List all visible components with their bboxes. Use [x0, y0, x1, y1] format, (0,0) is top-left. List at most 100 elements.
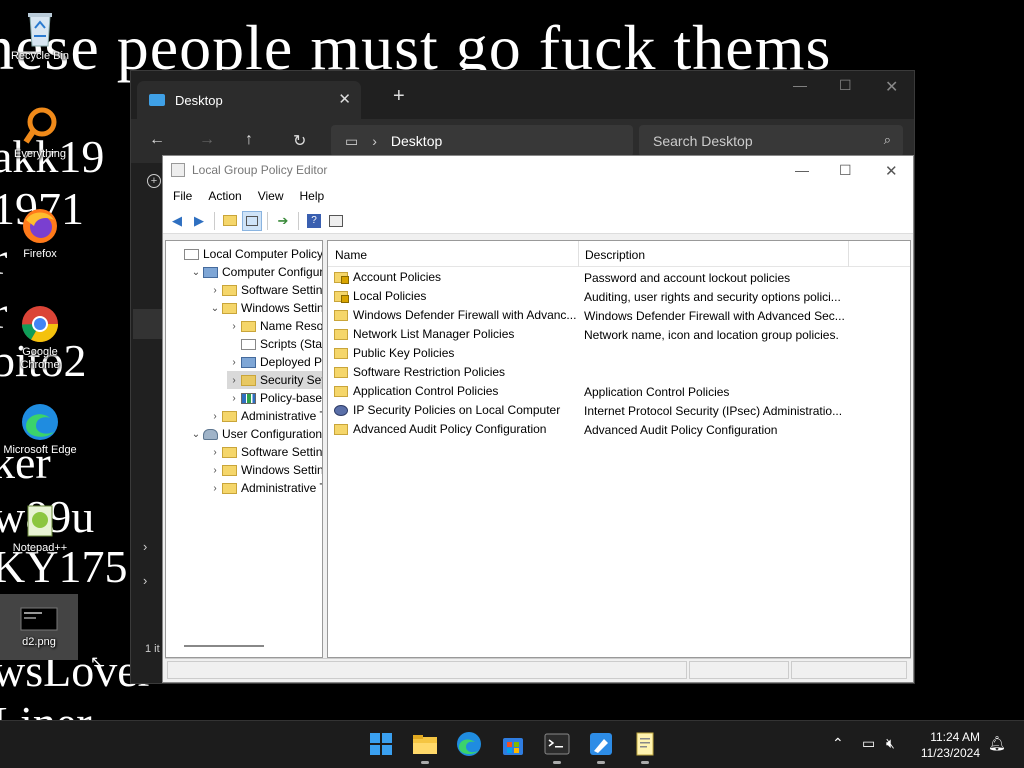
chevron-down-icon[interactable]: ⌄ — [208, 303, 222, 314]
tree-item[interactable]: › Name Resolu — [227, 317, 322, 335]
properties-icon[interactable] — [326, 211, 346, 231]
list-item[interactable]: Advanced Audit Policy Configuration Advan… — [328, 420, 908, 439]
folder-icon — [222, 446, 237, 458]
chevron-right-icon[interactable]: › — [208, 411, 222, 422]
edge-icon[interactable] — [456, 731, 482, 757]
terminal-icon[interactable] — [544, 731, 570, 764]
chevron-right-icon[interactable]: › — [227, 375, 241, 386]
help-icon[interactable]: ? — [304, 211, 324, 231]
menu-help[interactable]: Help — [300, 189, 325, 203]
back-arrow-icon[interactable]: ← — [149, 131, 165, 149]
tree-item[interactable]: › Software Settings — [208, 281, 322, 299]
policy-tree[interactable]: Local Computer Policy ⌄ Computer Configura… — [165, 240, 323, 658]
desktop-icon-d2-png[interactable]: d2.png — [0, 594, 78, 660]
gpe-titlebar: Local Group Policy Editor — ☐ ✕ — [163, 156, 913, 184]
chevron-right-icon[interactable]: › — [208, 465, 222, 476]
tree-item-label: Windows Setting — [241, 463, 323, 477]
up-arrow-icon[interactable]: ↑ — [245, 131, 253, 149]
tree-item[interactable]: › Administrative Te — [208, 479, 322, 497]
back-arrow-icon[interactable]: ◀ — [167, 211, 187, 231]
tree-item[interactable]: › Software Settings — [208, 443, 322, 461]
chevron-right-icon[interactable]: › — [227, 393, 241, 404]
forward-arrow-icon[interactable]: → — [199, 131, 215, 149]
refresh-icon[interactable]: ↻ — [293, 131, 306, 151]
clock[interactable]: 11:24 AM 11/23/2024 — [921, 729, 980, 761]
tree-item[interactable]: › Deployed Prir — [227, 353, 322, 371]
chevron-right-icon: › — [372, 133, 377, 149]
desktop-icon-edge[interactable]: Microsoft Edge — [2, 402, 78, 457]
notepad-icon[interactable] — [632, 731, 658, 764]
network-icon[interactable]: ▭ — [862, 735, 875, 752]
list-item[interactable]: Public Key Policies — [328, 344, 908, 363]
menu-view[interactable]: View — [258, 189, 284, 203]
close-tab-icon[interactable]: ✕ — [338, 90, 351, 108]
list-item[interactable]: Application Control Policies Application … — [328, 382, 908, 401]
chevron-right-icon[interactable]: › — [227, 321, 241, 332]
everything-icon — [20, 106, 60, 146]
volume-muted-icon[interactable]: 🔇︎ — [886, 735, 895, 752]
close-window-button[interactable]: ✕ — [885, 77, 898, 97]
tree-item[interactable]: › Windows Setting — [208, 461, 323, 479]
minimize-button[interactable]: — — [795, 162, 809, 178]
show-tree-icon[interactable] — [242, 210, 262, 231]
chevron-down-icon[interactable]: ⌄ — [189, 267, 203, 278]
horizontal-scrollbar[interactable] — [184, 645, 264, 647]
list-item[interactable]: Account Policies Password and account loc… — [328, 268, 908, 287]
up-folder-icon[interactable] — [220, 211, 240, 231]
desktop-icon-everything[interactable]: Everything — [2, 106, 78, 161]
list-item[interactable]: Windows Defender Firewall with Advanc...… — [328, 306, 908, 325]
maximize-button[interactable]: ☐ — [839, 162, 852, 179]
forward-arrow-icon[interactable]: ▶ — [189, 211, 209, 231]
minimize-button[interactable]: — — [793, 77, 807, 93]
chart-icon — [241, 392, 256, 404]
tree-item[interactable]: Local Computer Policy — [170, 245, 322, 263]
list-item[interactable]: Network List Manager Policies Network nam… — [328, 325, 908, 344]
column-divider[interactable] — [848, 241, 849, 267]
address-bar[interactable]: ▭ › Desktop — [331, 125, 633, 157]
tree-item-label: Administrative Te — [241, 409, 322, 423]
tree-item[interactable]: ⌄ Computer Configura — [189, 263, 322, 281]
desktop-icon-notepadpp[interactable]: Notepad++ — [2, 500, 78, 555]
paint-icon[interactable] — [588, 731, 614, 764]
chevron-right-icon[interactable]: › — [143, 573, 147, 588]
list-item[interactable]: IP Security Policies on Local Computer In… — [328, 401, 908, 420]
tree-item[interactable]: › Policy-based — [227, 389, 322, 407]
menu-action[interactable]: Action — [208, 189, 241, 203]
desktop-icon-label: Google Chrome — [20, 346, 60, 371]
chevron-right-icon[interactable]: › — [208, 483, 222, 494]
close-window-button[interactable]: ✕ — [885, 162, 898, 180]
tree-item[interactable]: › Administrative Te — [208, 407, 322, 425]
tab-desktop[interactable]: Desktop ✕ — [137, 81, 361, 119]
column-divider[interactable] — [578, 241, 579, 267]
folder-icon — [222, 284, 237, 296]
chevron-right-icon[interactable]: › — [227, 357, 241, 368]
tree-item[interactable]: › Security Settin — [227, 371, 322, 389]
desktop-icon-firefox[interactable]: Firefox — [2, 206, 78, 261]
chevron-down-icon[interactable]: ⌄ — [189, 429, 203, 440]
show-hidden-icons-icon[interactable]: ⌃ — [832, 735, 844, 752]
search-input[interactable]: Search Desktop ⌕ — [639, 125, 903, 157]
chevron-right-icon[interactable]: › — [143, 539, 147, 554]
column-header-name[interactable]: Name — [335, 248, 367, 262]
column-header-description[interactable]: Description — [585, 248, 645, 262]
tree-item[interactable]: ⌄ Windows Setting — [208, 299, 322, 317]
file-explorer-icon[interactable] — [412, 731, 438, 764]
maximize-button[interactable]: ☐ — [839, 77, 852, 94]
menu-file[interactable]: File — [173, 189, 192, 203]
new-icon[interactable]: + — [147, 174, 161, 188]
status-cell — [167, 661, 687, 679]
export-list-icon[interactable]: ➔ — [273, 211, 293, 231]
notification-bell-icon[interactable]: 🔔︎ — [988, 735, 1006, 752]
doc-icon — [241, 338, 256, 350]
tree-item[interactable]: ⌄ User Configuration — [189, 425, 322, 443]
desktop-icon-chrome[interactable]: Google Chrome — [2, 304, 78, 372]
list-item[interactable]: Local Policies Auditing, user rights and … — [328, 287, 908, 306]
chevron-right-icon[interactable]: › — [208, 447, 222, 458]
store-icon[interactable] — [500, 731, 526, 757]
start-icon[interactable] — [368, 731, 394, 757]
desktop-icon-recycle-bin[interactable]: Recycle Bin — [2, 8, 78, 63]
chevron-right-icon[interactable]: › — [208, 285, 222, 296]
tree-item[interactable]: Scripts (Startu — [227, 335, 322, 353]
list-item[interactable]: Software Restriction Policies — [328, 363, 908, 382]
new-tab-button[interactable]: + — [393, 85, 405, 108]
